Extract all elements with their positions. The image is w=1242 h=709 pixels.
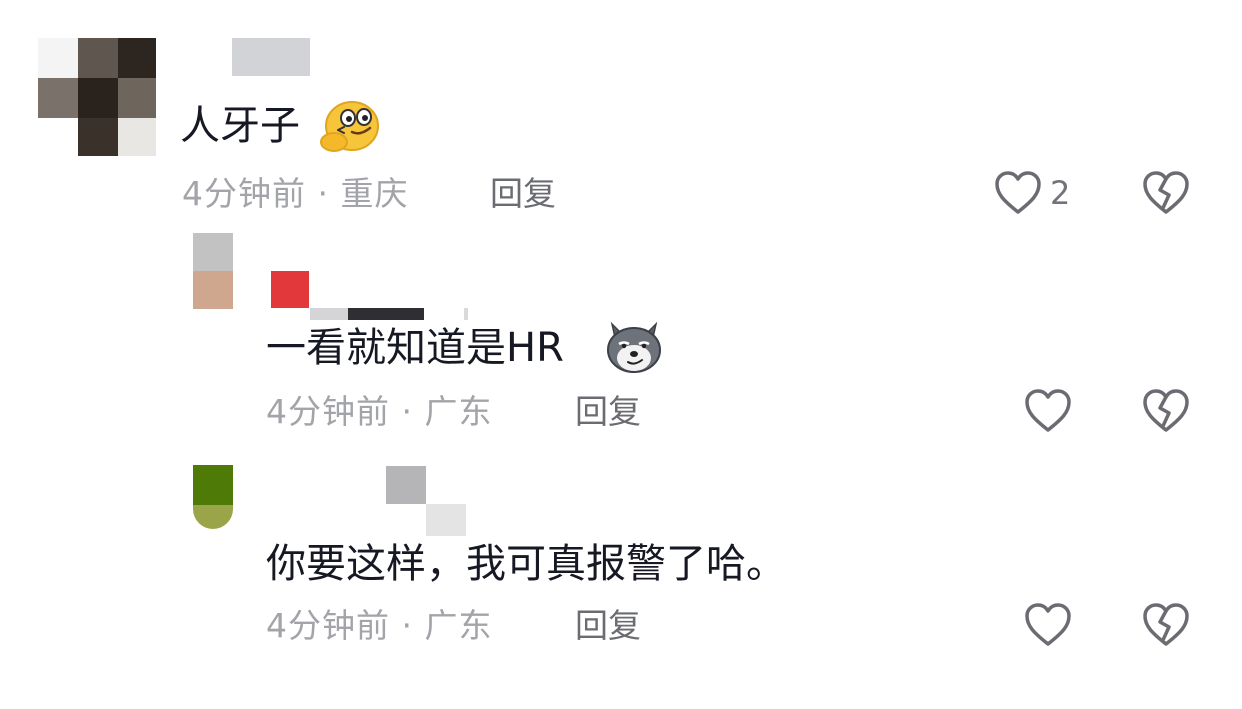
username-censored[interactable] (232, 38, 310, 76)
meta-separator: · (401, 606, 413, 645)
comment-time: 4分钟前 (182, 174, 306, 213)
comment-text-content: 人牙子 (180, 103, 300, 149)
avatar[interactable] (38, 38, 156, 156)
like-count: 2 (1050, 174, 1071, 212)
avatar[interactable] (193, 465, 233, 529)
comment-location: 广东 (424, 606, 493, 645)
comment-text: 人牙子 (180, 104, 300, 148)
reply-button[interactable]: 回复 (575, 608, 641, 644)
comment-meta: 4分钟前 · 重庆 (182, 176, 409, 212)
comment-time: 4分钟前 (266, 606, 390, 645)
comment-meta: 4分钟前 · 广东 (266, 608, 493, 644)
broken-heart-icon[interactable] (1142, 602, 1190, 648)
comment-text: 一看就知道是HR (266, 326, 564, 370)
comment-text: 你要这样，我可真报警了哈。 (266, 542, 786, 586)
username-censored[interactable] (386, 466, 466, 536)
avatar[interactable] (193, 233, 233, 309)
heart-outline-icon[interactable] (1024, 388, 1072, 434)
comment-time: 4分钟前 (266, 392, 390, 431)
comment-location: 重庆 (340, 174, 409, 213)
comment-meta: 4分钟前 · 广东 (266, 394, 493, 430)
username-censored[interactable] (268, 268, 468, 320)
reply-button[interactable]: 回复 (490, 176, 556, 212)
comment-location: 广东 (424, 392, 493, 431)
dog-emoji (607, 321, 661, 373)
meta-separator: · (317, 174, 329, 213)
heart-outline-icon[interactable] (1024, 602, 1072, 648)
reply-button[interactable]: 回复 (575, 394, 641, 430)
meta-separator: · (401, 392, 413, 431)
heart-outline-icon[interactable] (994, 170, 1042, 216)
comment-text-content: 你要这样，我可真报警了哈。 (266, 541, 786, 587)
broken-heart-icon[interactable] (1142, 170, 1190, 216)
thinking-emoji (320, 101, 379, 152)
broken-heart-icon[interactable] (1142, 388, 1190, 434)
comment-text-content: 一看就知道是HR (266, 325, 564, 371)
